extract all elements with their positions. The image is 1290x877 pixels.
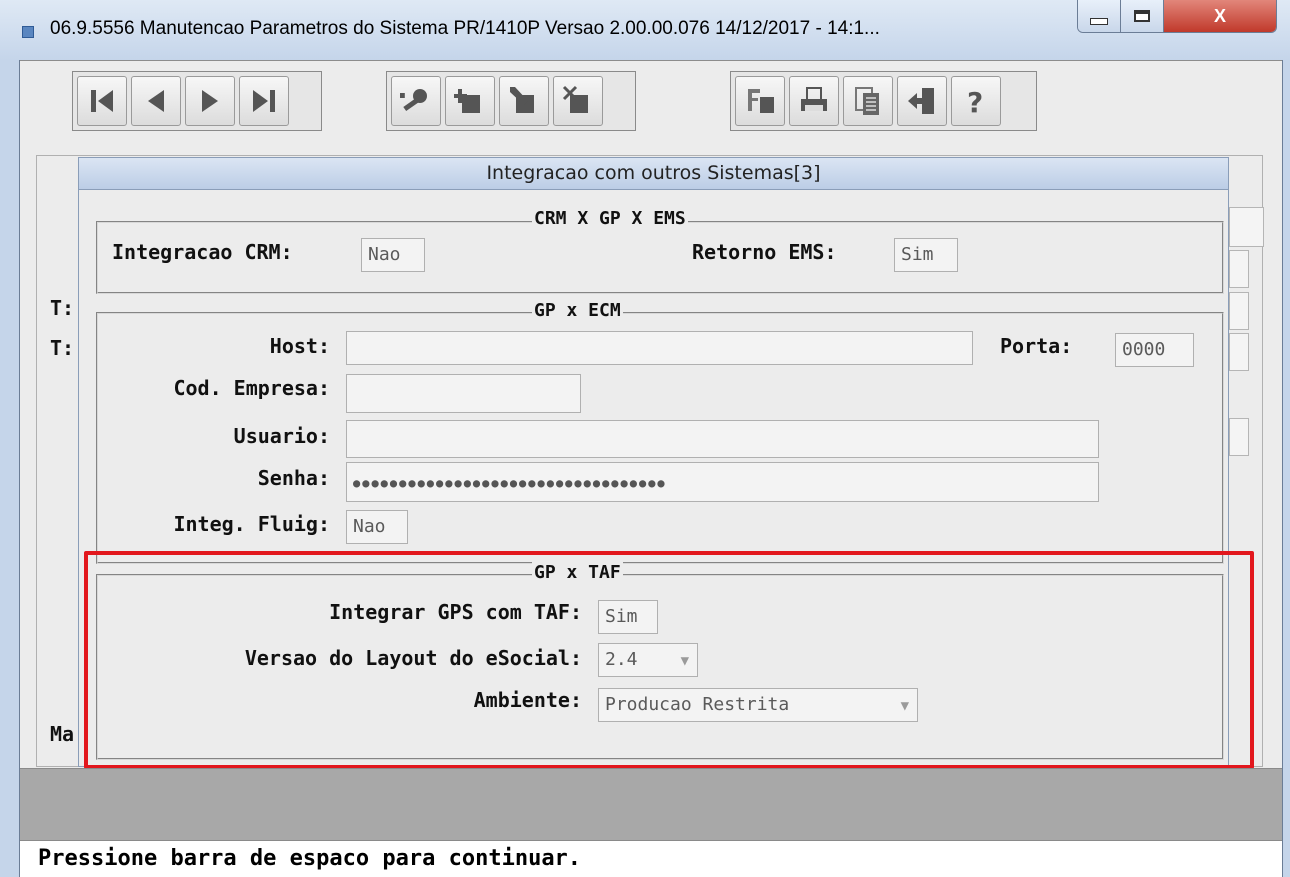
edit-toolbar [386,71,636,131]
window-title: 06.9.5556 Manutencao Parametros do Siste… [50,18,880,39]
integracao-crm-field[interactable]: Nao [361,238,425,272]
filter-icon [748,89,774,113]
edit-button[interactable] [499,76,549,126]
retorno-ems-label: Retorno EMS: [692,240,837,264]
integracao-crm-label: Integracao CRM: [112,240,293,264]
key-button[interactable] [391,76,441,126]
edit-icon [510,87,534,113]
dialog-title: Integracao com outros Sistemas[3] [78,157,1229,190]
background-label: T: [50,336,75,360]
status-strip [20,768,1282,841]
integ-fluig-field[interactable]: Nao [346,510,408,544]
last-record-button[interactable] [239,76,289,126]
senha-field[interactable]: ●●●●●●●●●●●●●●●●●●●●●●●●●●●●●●●●●● [346,462,1099,502]
window-frame-left [0,60,20,877]
first-record-icon [91,90,113,112]
filter-button[interactable] [735,76,785,126]
background-field[interactable] [1229,292,1249,330]
status-message: Pressione barra de espaco para continuar… [38,846,582,871]
svg-text:?: ? [967,86,983,117]
print-icon [801,87,827,111]
exit-button[interactable] [897,76,947,126]
help-button[interactable]: ? [951,76,1001,126]
delete-icon [562,85,588,113]
print-button[interactable] [789,76,839,126]
retorno-ems-field[interactable]: Sim [894,238,958,272]
minimize-icon [1090,17,1108,25]
porta-field[interactable]: 0000 [1115,333,1194,367]
usuario-field[interactable] [346,420,1099,458]
utility-toolbar: ? [730,71,1037,131]
crm-group-title: CRM X GP X EMS [532,208,688,229]
ecm-group-title: GP x ECM [532,300,623,321]
first-record-button[interactable] [77,76,127,126]
highlight-box [84,551,1254,769]
usuario-label: Usuario: [233,424,330,448]
host-label: Host: [269,334,330,358]
add-button[interactable] [445,76,495,126]
background-field[interactable] [1229,207,1264,247]
senha-label: Senha: [257,466,330,490]
minimize-button[interactable] [1078,0,1121,32]
background-field[interactable] [1229,333,1249,371]
background-field[interactable] [1229,250,1249,288]
next-record-icon [202,90,218,112]
maximize-icon [1134,10,1150,22]
window-frame-right [1282,60,1290,877]
previous-record-icon [148,90,164,112]
copy-icon [855,87,879,115]
last-record-icon [253,90,275,112]
navigation-toolbar [72,71,322,131]
cod-empresa-field[interactable] [346,374,581,413]
delete-button[interactable] [553,76,603,126]
host-field[interactable] [346,331,973,365]
key-icon [400,89,427,112]
add-icon [454,89,480,113]
close-icon: X [1213,5,1226,26]
porta-label: Porta: [1000,334,1073,358]
integ-fluig-label: Integ. Fluig: [173,512,330,536]
background-label: Ma [50,722,75,746]
window-controls: X [1077,0,1277,33]
close-button[interactable]: X [1164,0,1276,32]
maximize-button[interactable] [1121,0,1164,32]
cod-empresa-label: Cod. Empresa: [173,376,330,400]
background-label: T: [50,296,75,320]
help-icon: ? [967,86,983,117]
exit-icon [908,88,934,114]
previous-record-button[interactable] [131,76,181,126]
background-field[interactable] [1229,418,1249,456]
copy-button[interactable] [843,76,893,126]
app-icon [22,26,34,38]
next-record-button[interactable] [185,76,235,126]
